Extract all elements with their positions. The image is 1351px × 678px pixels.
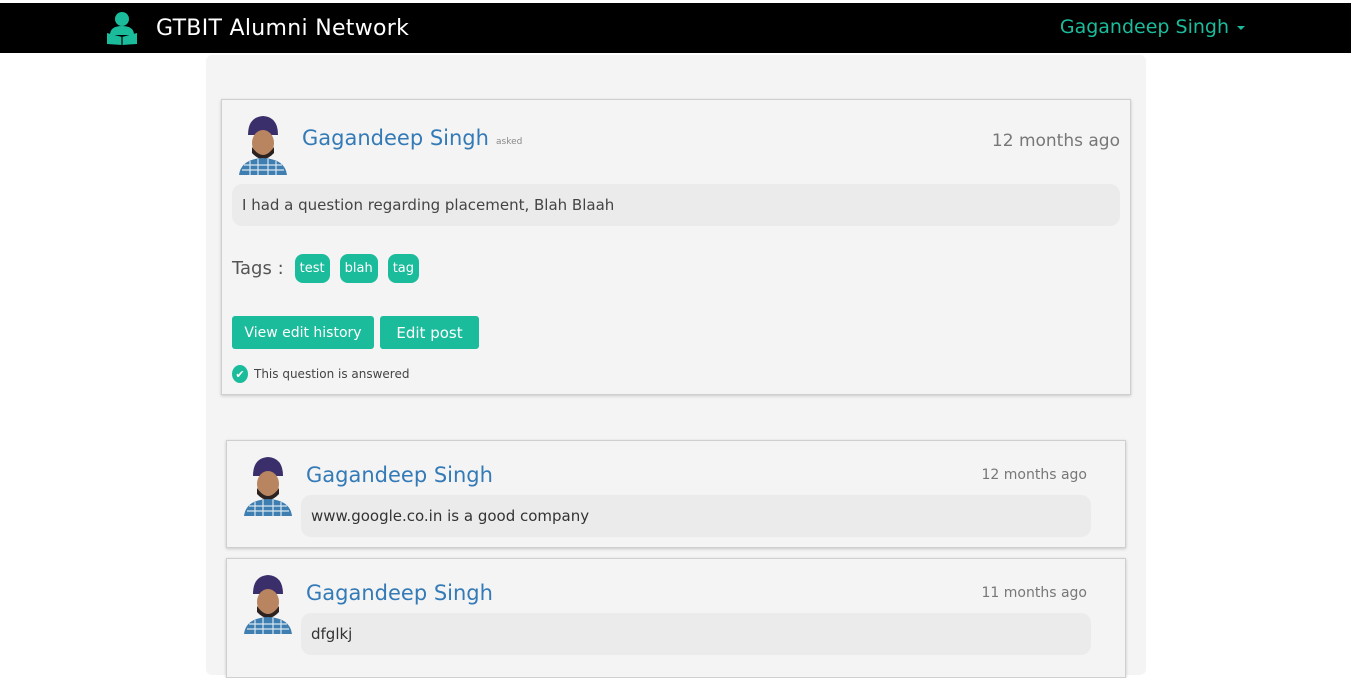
question-author[interactable]: Gagandeep Singh	[302, 126, 489, 150]
answer-author[interactable]: Gagandeep Singh	[306, 581, 493, 605]
answer-text: www.google.co.in is a good company	[311, 507, 590, 525]
tag-tag[interactable]: tag	[387, 253, 420, 283]
avatar	[241, 454, 295, 516]
view-edit-history-button[interactable]: View edit history	[232, 316, 374, 349]
caret-down-icon	[1237, 26, 1245, 30]
question-text: I had a question regarding placement, Bl…	[242, 196, 615, 214]
tag-test[interactable]: test	[294, 253, 330, 283]
tags-row: Tags : test blah tag	[232, 253, 429, 283]
answered-status: ✔ This question is answered	[232, 364, 409, 384]
avatar	[236, 113, 290, 175]
avatar	[241, 572, 295, 634]
avatar-image	[241, 454, 295, 516]
answer-author[interactable]: Gagandeep Singh	[306, 463, 493, 487]
answer-time: 12 months ago	[981, 467, 1087, 483]
question-time: 12 months ago	[991, 131, 1120, 151]
answer-card: Gagandeep Singh 12 months ago www.google…	[226, 440, 1126, 548]
question-body: I had a question regarding placement, Bl…	[232, 184, 1120, 226]
answer-body: www.google.co.in is a good company	[301, 495, 1091, 537]
avatar-image	[241, 572, 295, 634]
tag-blah[interactable]: blah	[339, 253, 378, 283]
answer-card: Gagandeep Singh 11 months ago dfglkj	[226, 558, 1126, 678]
answer-text: dfglkj	[311, 625, 353, 643]
answered-text: This question is answered	[254, 367, 410, 381]
navbar: GTBIT Alumni Network Gagandeep Singh	[0, 3, 1351, 53]
user-name: Gagandeep Singh	[1059, 16, 1229, 38]
asked-label: asked	[496, 137, 523, 147]
brand-title: GTBIT Alumni Network	[156, 15, 410, 41]
reader-person-icon	[107, 12, 137, 45]
tags-label: Tags :	[232, 257, 284, 279]
question-card: Gagandeep Singh asked 12 months ago I ha…	[221, 99, 1131, 395]
brand-link[interactable]: GTBIT Alumni Network	[105, 11, 409, 45]
edit-post-button[interactable]: Edit post	[380, 316, 479, 349]
check-circle-icon: ✔	[232, 365, 248, 383]
answer-body: dfglkj	[301, 613, 1091, 655]
avatar-image	[236, 113, 290, 175]
answer-time: 11 months ago	[981, 585, 1087, 601]
user-dropdown[interactable]: Gagandeep Singh	[1060, 16, 1245, 38]
